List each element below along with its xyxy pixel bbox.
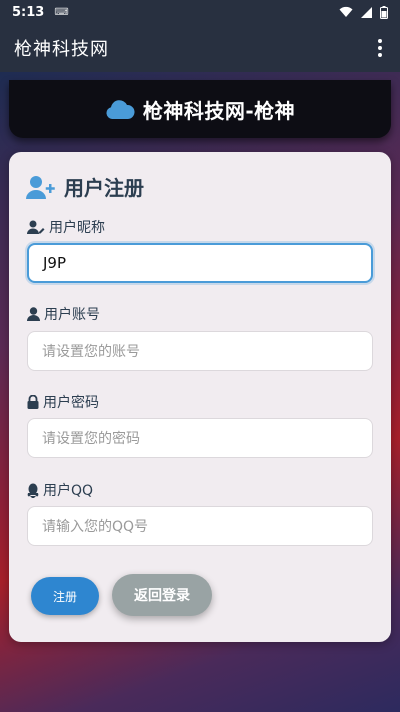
banner-title: 枪神科技网-枪神: [142, 98, 296, 123]
overflow-menu-icon[interactable]: [374, 33, 386, 63]
form-header: 用户注册: [26, 172, 144, 201]
qq-penguin-icon: [27, 483, 39, 498]
keyboard-icon: ⌨: [54, 6, 69, 18]
account-label: 用户账号: [27, 304, 100, 324]
lock-icon: [27, 395, 39, 409]
wifi-icon: [339, 6, 353, 17]
form-title: 用户注册: [64, 176, 144, 200]
status-icons: [339, 5, 388, 19]
nickname-input[interactable]: J9P: [27, 243, 373, 283]
app-bar: 枪神科技网: [0, 24, 400, 72]
signal-icon: [361, 7, 372, 18]
qq-label-text: 用户QQ: [43, 483, 94, 499]
nickname-value: J9P: [43, 254, 67, 272]
account-placeholder: 请设置您的账号: [42, 344, 140, 360]
password-label: 用户密码: [27, 392, 99, 412]
user-icon: [27, 307, 40, 321]
app-title: 枪神科技网: [14, 39, 109, 60]
account-input[interactable]: 请设置您的账号: [27, 331, 373, 371]
status-bar: 5:13 ⌨: [0, 0, 400, 24]
register-card: 用户注册 用户昵称 J9P 用户账号 请设置您的账号 用户密码 请设置您的密码: [9, 152, 391, 642]
qq-input[interactable]: 请输入您的QQ号: [27, 506, 373, 546]
site-banner: 枪神科技网-枪神: [9, 80, 391, 138]
password-input[interactable]: 请设置您的密码: [27, 418, 373, 458]
password-placeholder: 请设置您的密码: [42, 431, 140, 447]
nickname-label: 用户昵称: [27, 217, 105, 237]
status-time: 5:13: [12, 4, 45, 20]
cloud-icon: [106, 100, 135, 119]
back-to-login-button[interactable]: 返回登录: [112, 574, 212, 616]
password-label-text: 用户密码: [43, 395, 99, 411]
register-button[interactable]: 注册: [31, 577, 99, 615]
user-edit-icon: [27, 220, 45, 234]
qq-label: 用户QQ: [27, 480, 93, 500]
battery-icon: [380, 5, 388, 19]
qq-placeholder: 请输入您的QQ号: [42, 519, 149, 535]
user-plus-icon: [26, 175, 55, 199]
nickname-label-text: 用户昵称: [49, 220, 105, 236]
account-label-text: 用户账号: [44, 307, 100, 323]
